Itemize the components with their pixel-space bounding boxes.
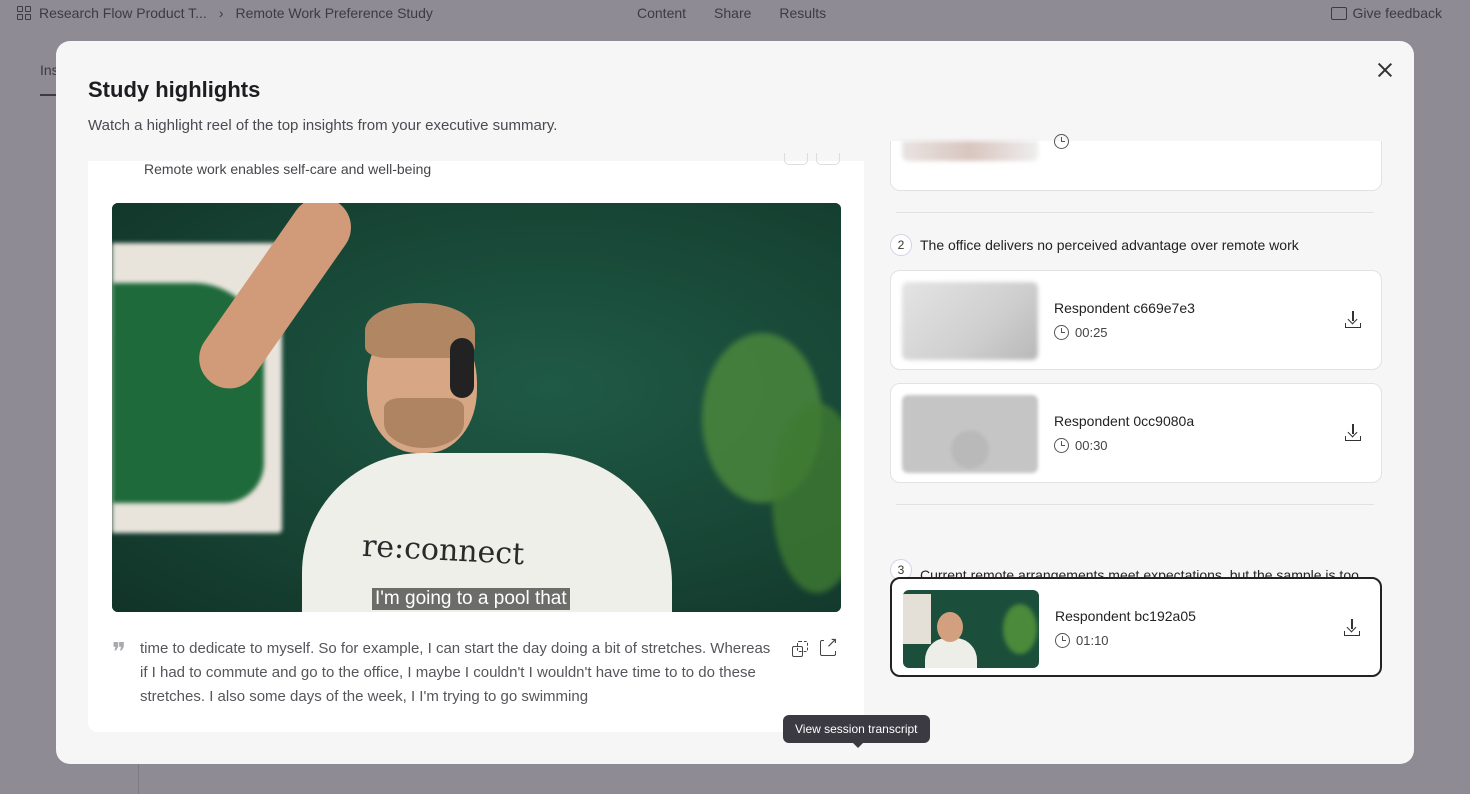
clip-card[interactable]: Respondent 0cc9080a 00:30 <box>890 383 1382 483</box>
insight-actions <box>784 153 840 165</box>
video-person-beard <box>384 398 464 448</box>
feedback-icon <box>1330 6 1347 20</box>
transcript-excerpt: time to dedicate to myself. So for examp… <box>140 640 771 705</box>
background-divider <box>138 760 139 794</box>
clip-duration-value: 01:10 <box>1076 633 1109 648</box>
clip-card[interactable]: Respondent c669e7e3 00:25 <box>890 270 1382 370</box>
clip-respondent: Respondent bc192a05 <box>1055 608 1196 624</box>
clip-duration-value: 00:25 <box>1075 325 1108 340</box>
clip-duration: 01:10 <box>1055 633 1109 648</box>
clip-duration: 00:25 <box>1054 325 1108 340</box>
current-insight-title: Remote work enables self-care and well-b… <box>144 161 432 177</box>
breadcrumb: Research Flow Product T... › Remote Work… <box>17 5 433 21</box>
insight-group-header: 2 The office delivers no perceived advan… <box>890 234 1376 256</box>
clock-icon <box>1054 325 1069 340</box>
copy-icon[interactable] <box>792 641 808 657</box>
thumb-plant <box>1003 604 1037 654</box>
thumb-frame <box>903 594 931 644</box>
open-external-icon[interactable] <box>820 635 838 656</box>
clip-thumbnail <box>902 282 1038 360</box>
divider <box>896 212 1374 213</box>
clock-icon <box>1054 134 1069 149</box>
insight-group-title: The office delivers no perceived advanta… <box>920 237 1299 253</box>
tab-share[interactable]: Share <box>714 5 751 21</box>
tab-results[interactable]: Results <box>779 5 826 21</box>
modal-title: Study highlights <box>88 77 261 102</box>
breadcrumb-project[interactable]: Research Flow Product T... <box>39 5 207 21</box>
highlight-clips-list: 2 The office delivers no perceived advan… <box>888 134 1382 764</box>
highlight-player-card: Remote work enables self-care and well-b… <box>88 153 930 748</box>
clip-duration: 00:30 <box>1054 438 1108 453</box>
clip-thumbnail <box>902 141 1038 161</box>
clip-card[interactable] <box>890 134 1382 191</box>
video-caption: I'm going to a pool that <box>372 588 570 610</box>
clock-icon <box>1054 438 1069 453</box>
quote-icon: ❞ <box>112 638 126 668</box>
insight-action-button[interactable] <box>816 153 840 165</box>
chevron-right-icon: › <box>218 5 224 21</box>
clip-card-selected[interactable]: Respondent bc192a05 01:10 <box>890 577 1382 677</box>
download-icon[interactable] <box>1345 424 1361 442</box>
download-icon[interactable] <box>1345 311 1361 329</box>
clip-thumbnail <box>903 590 1039 668</box>
video-player[interactable]: re:connect I'm going to a pool that <box>112 203 841 612</box>
give-feedback-label: Give feedback <box>1352 5 1443 21</box>
tab-content[interactable]: Content <box>637 5 686 21</box>
clock-icon <box>1055 633 1070 648</box>
insight-number-badge: 2 <box>890 234 912 256</box>
clip-thumbnail <box>902 395 1038 473</box>
clip-respondent: Respondent c669e7e3 <box>1054 300 1195 316</box>
thumb-person-head <box>937 612 963 642</box>
modal-subtitle: Watch a highlight reel of the top insigh… <box>88 117 558 134</box>
close-icon[interactable] <box>1374 59 1396 81</box>
download-icon[interactable] <box>1344 619 1360 637</box>
give-feedback-button[interactable]: Give feedback <box>1330 5 1443 21</box>
clip-duration-value: 00:30 <box>1075 438 1108 453</box>
apps-grid-icon[interactable] <box>17 6 31 20</box>
app-top-bar: Research Flow Product T... › Remote Work… <box>0 0 1470 28</box>
breadcrumb-study[interactable]: Remote Work Preference Study <box>235 5 432 21</box>
thumb-person-shirt <box>925 638 977 668</box>
video-headphones <box>450 338 474 398</box>
insight-action-button[interactable] <box>784 153 808 165</box>
study-highlights-modal: Study highlights Watch a highlight reel … <box>56 41 1414 764</box>
main-nav-tabs: Content Share Results <box>637 5 826 21</box>
divider <box>896 504 1374 505</box>
clip-respondent: Respondent 0cc9080a <box>1054 413 1195 429</box>
